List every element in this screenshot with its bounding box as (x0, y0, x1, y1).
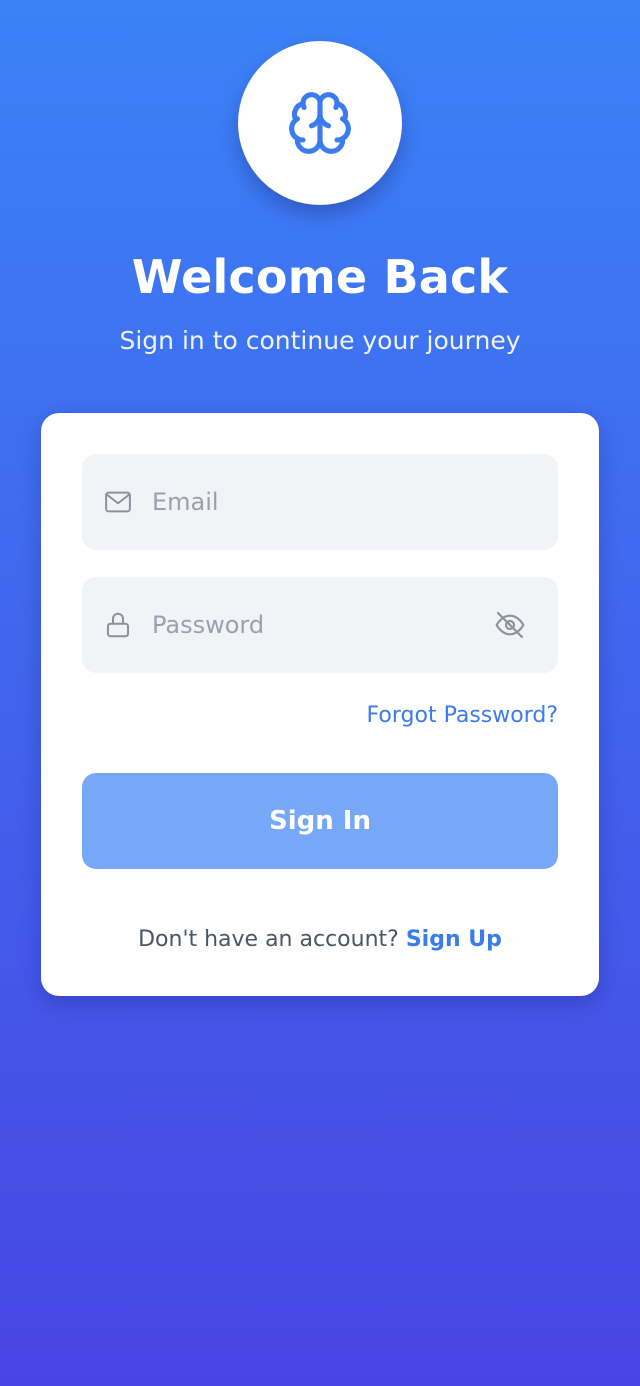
brain-icon (289, 92, 351, 154)
page-title: Welcome Back (131, 250, 509, 304)
email-input[interactable] (152, 482, 558, 522)
mail-icon (102, 486, 134, 518)
signup-prompt-row: Don't have an account? Sign Up (41, 927, 599, 952)
eye-off-icon (495, 611, 525, 639)
password-field[interactable] (82, 577, 558, 673)
password-input[interactable] (152, 605, 492, 645)
password-visibility-toggle[interactable] (492, 607, 528, 643)
login-card: Forgot Password? Sign In Don't have an a… (41, 413, 599, 996)
sign-in-button[interactable]: Sign In (82, 773, 558, 869)
lock-icon (102, 609, 134, 641)
app-logo (238, 41, 402, 205)
page-subtitle: Sign in to continue your journey (119, 326, 521, 355)
signup-link[interactable]: Sign Up (406, 927, 502, 952)
forgot-password-link[interactable]: Forgot Password? (367, 703, 558, 728)
email-field[interactable] (82, 454, 558, 550)
signup-prompt-text: Don't have an account? (138, 927, 406, 952)
